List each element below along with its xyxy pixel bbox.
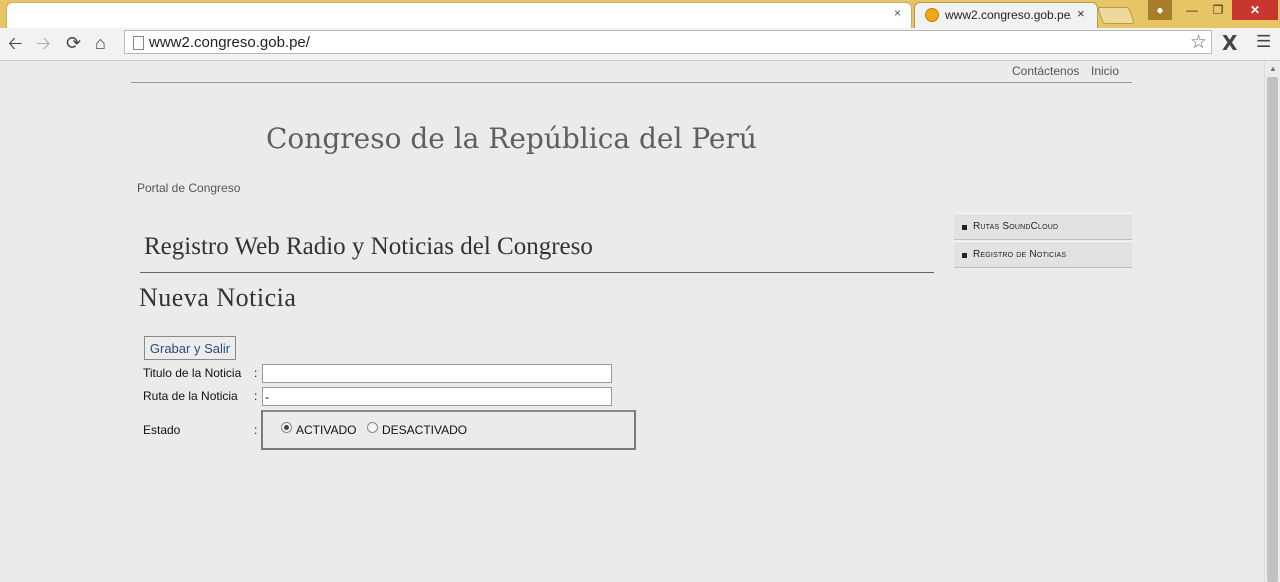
browser-tab-blank[interactable]	[6, 2, 912, 28]
tab-title: www2.congreso.gob.pe/	[945, 8, 1071, 22]
scroll-up-icon[interactable]: ▲	[1269, 64, 1277, 73]
vertical-scrollbar[interactable]: ▲	[1264, 61, 1280, 582]
window-close-icon[interactable]: ✕	[1232, 0, 1278, 20]
estado-label: Estado	[143, 423, 181, 437]
radio-activado-label[interactable]: ACTIVADO	[296, 423, 356, 437]
radio-desactivado-label[interactable]: DESACTIVADO	[382, 423, 467, 437]
page-icon	[133, 36, 144, 50]
estado-colon: :	[254, 423, 258, 437]
radio-activado[interactable]	[281, 422, 292, 433]
browser-tab-active[interactable]: www2.congreso.gob.pe/ ×	[914, 2, 1098, 29]
titulo-input[interactable]	[262, 364, 612, 383]
new-tab-button[interactable]	[1096, 7, 1136, 24]
favicon-icon	[925, 8, 939, 22]
bookmark-star-icon[interactable]: ☆	[1190, 31, 1207, 54]
site-title: Congreso de la República del Perú	[266, 122, 757, 155]
sidebar-item-label[interactable]: Registro de Noticias	[973, 249, 1066, 260]
sidebar-item-rutas-soundcloud[interactable]: Rutas SoundCloud	[954, 213, 1132, 240]
browser-toolbar: 🡠 🡢 ⟳ ⌂ www2.congreso.gob.pe/ ☆ X ☰	[0, 28, 1280, 61]
tab-close-icon[interactable]: ×	[894, 6, 901, 20]
home-link[interactable]: Inicio	[1091, 64, 1119, 78]
tab-close-icon[interactable]: ×	[1077, 6, 1085, 21]
breadcrumb[interactable]: Portal de Congreso	[137, 181, 240, 195]
section-divider	[140, 272, 934, 273]
bullet-icon	[962, 253, 967, 258]
bullet-icon	[962, 225, 967, 230]
ruta-label: Ruta de la Noticia	[143, 389, 238, 403]
radio-desactivado[interactable]	[367, 422, 378, 433]
sidebar-menu: Rutas SoundCloud Registro de Noticias	[954, 213, 1132, 269]
reload-icon[interactable]: ⟳	[66, 32, 81, 54]
contact-link[interactable]: Contáctenos	[1012, 64, 1079, 78]
url-text[interactable]: www2.congreso.gob.pe/	[149, 34, 310, 51]
back-arrow-icon[interactable]: 🡠	[8, 32, 23, 54]
page-heading: Nueva Noticia	[139, 283, 297, 312]
scroll-thumb[interactable]	[1267, 77, 1278, 582]
sidebar-item-registro-noticias[interactable]: Registro de Noticias	[954, 241, 1132, 268]
save-and-exit-button[interactable]: Grabar y Salir	[144, 336, 236, 360]
restore-icon[interactable]: ❐	[1206, 0, 1230, 20]
browser-titlebar: × www2.congreso.gob.pe/ × ● — ❐ ✕	[0, 0, 1280, 29]
section-title: Registro Web Radio y Noticias del Congre…	[144, 233, 593, 260]
user-profile-icon[interactable]: ●	[1148, 0, 1172, 20]
address-bar[interactable]: www2.congreso.gob.pe/ ☆	[124, 30, 1212, 54]
menu-icon[interactable]: ☰	[1256, 32, 1271, 52]
titulo-colon: :	[254, 366, 258, 380]
ruta-colon: :	[254, 389, 258, 403]
header-divider	[131, 82, 1132, 83]
minimize-icon[interactable]: —	[1180, 0, 1204, 20]
extension-x-icon[interactable]: X	[1222, 31, 1237, 55]
home-icon[interactable]: ⌂	[95, 32, 106, 54]
estado-radio-group: ACTIVADO DESACTIVADO	[261, 410, 636, 450]
titulo-label: Titulo de la Noticia	[143, 366, 242, 380]
ruta-input[interactable]	[262, 387, 612, 406]
sidebar-item-label[interactable]: Rutas SoundCloud	[973, 221, 1058, 232]
forward-arrow-icon[interactable]: 🡢	[36, 32, 51, 54]
